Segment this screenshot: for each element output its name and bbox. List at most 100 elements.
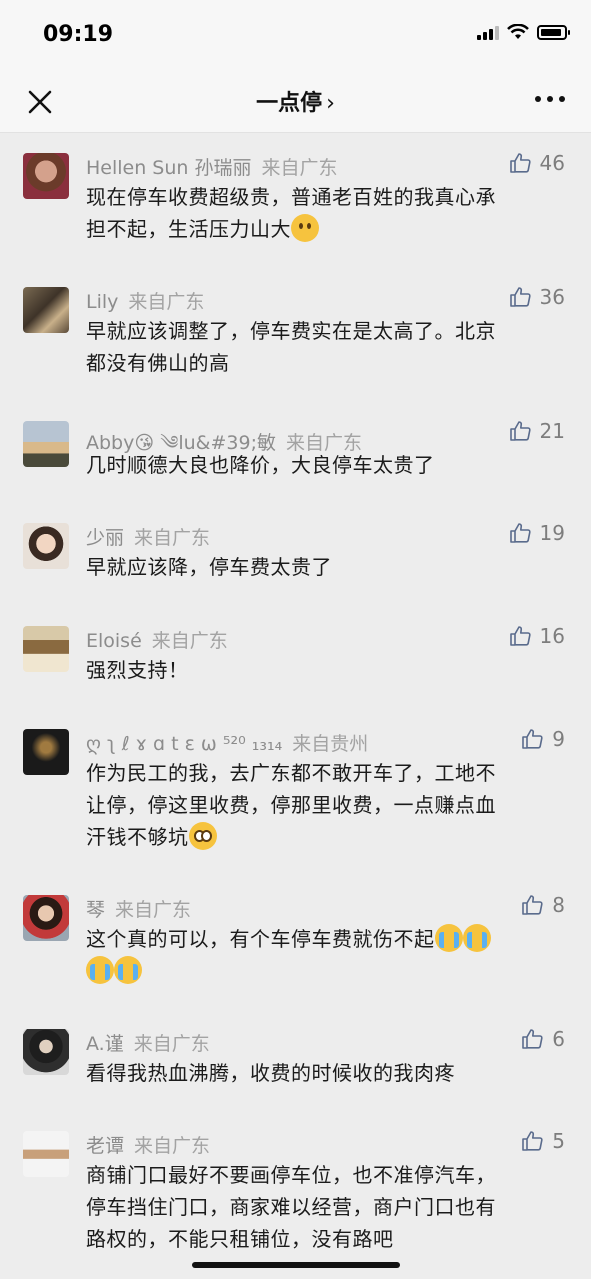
author-location: 来自贵州 xyxy=(292,733,369,755)
like-button[interactable]: 21 xyxy=(508,419,565,443)
author-name: Eloisé xyxy=(86,630,142,652)
like-button[interactable]: 36 xyxy=(508,285,565,309)
author-name: 琴 xyxy=(86,899,106,921)
thumbs-up-icon xyxy=(522,729,543,749)
comment-line: 强烈支持！ xyxy=(86,658,189,682)
cellular-signal-icon xyxy=(477,24,499,40)
author-name: A.谨 xyxy=(86,1033,124,1055)
crying-face-emoji-icon xyxy=(86,956,114,984)
comment-line: 商铺门口最好不要画停车位，也不准停汽车， xyxy=(86,1163,496,1187)
comment-author: Hellen Sun 孙瑞丽 来自广东 xyxy=(86,153,338,180)
author-name: ღ ʅ ℓ ɤ ɑ t ɛ ω ⁵²⁰ ₁₃₁₄ xyxy=(86,733,283,755)
comment-author: ღ ʅ ℓ ɤ ɑ t ɛ ω ⁵²⁰ ₁₃₁₄ 来自贵州 xyxy=(86,729,368,756)
like-button[interactable]: 6 xyxy=(520,1027,565,1051)
comment-line: 让停，停这里收费，停那里收费，一点赚点血 xyxy=(86,793,496,817)
like-count: 8 xyxy=(552,893,565,917)
avatar[interactable] xyxy=(23,153,69,199)
thumbs-up-icon xyxy=(522,895,543,915)
crying-face-emoji-icon xyxy=(462,924,491,952)
crying-face-emoji-icon xyxy=(114,956,142,984)
avatar[interactable] xyxy=(23,729,69,775)
comment-text: 这个真的可以，有个车停车费就伤不起 xyxy=(86,923,566,987)
avatar[interactable] xyxy=(23,287,69,333)
like-button[interactable]: 5 xyxy=(520,1129,565,1153)
more-icon[interactable] xyxy=(535,96,565,106)
comment-line: 停车挡住门口，商家难以经营，商户门口也有 xyxy=(86,1195,496,1219)
comment-line: 现在停车收费超级贵，普通老百姓的我真心承 xyxy=(86,185,496,209)
like-button[interactable]: 8 xyxy=(520,893,565,917)
comment-line: 早就应该调整了，停车费实在是太高了。北京 xyxy=(86,319,496,343)
comment-line: 汗钱不够坑 xyxy=(86,825,189,849)
like-count: 46 xyxy=(539,151,565,175)
thumbs-up-icon xyxy=(522,1131,543,1151)
avatar[interactable] xyxy=(23,626,69,672)
comment-author: A.谨 来自广东 xyxy=(86,1029,210,1056)
like-count: 19 xyxy=(539,521,565,545)
author-name: Hellen Sun 孙瑞丽 xyxy=(86,157,252,179)
home-indicator[interactable] xyxy=(192,1262,400,1268)
like-count: 5 xyxy=(552,1129,565,1153)
avatar[interactable] xyxy=(23,421,69,467)
pleading-face-emoji-icon xyxy=(188,822,217,850)
crying-face-emoji-icon xyxy=(434,924,463,952)
author-name: Lily xyxy=(86,291,119,313)
author-location: 来自广东 xyxy=(261,157,338,179)
avatar[interactable] xyxy=(23,1029,69,1075)
thumbs-up-icon xyxy=(509,523,531,543)
comment-line: 几时顺德大良也降价，大良停车太贵了 xyxy=(86,453,435,477)
author-location: 来自广东 xyxy=(133,1033,210,1055)
chevron-right-icon: › xyxy=(326,91,335,116)
like-button[interactable]: 19 xyxy=(508,521,565,545)
avatar[interactable] xyxy=(23,1131,69,1177)
status-time: 09:19 xyxy=(43,22,114,47)
avatar[interactable] xyxy=(23,895,69,941)
comment-line: 早就应该降，停车费太贵了 xyxy=(86,555,332,579)
thumbs-up-icon xyxy=(509,626,531,646)
like-count: 36 xyxy=(539,285,565,309)
comment-text: 作为民工的我，去广东都不敢开车了，工地不 让停，停这里收费，停那里收费，一点赚点… xyxy=(86,757,566,853)
like-button[interactable]: 9 xyxy=(520,727,565,751)
comment-text: 看得我热血沸腾，收费的时候收的我肉疼 xyxy=(86,1057,566,1089)
author-location: 来自广东 xyxy=(128,291,205,313)
comment-text: 早就应该调整了，停车费实在是太高了。北京 都没有佛山的高 xyxy=(86,315,566,379)
comment-line: 作为民工的我，去广东都不敢开车了，工地不 xyxy=(86,761,496,785)
wifi-icon xyxy=(507,24,529,39)
sad-face-emoji-icon xyxy=(291,214,319,242)
comment-author: 琴来自广东 xyxy=(86,895,191,922)
comment-author: Lily 来自广东 xyxy=(86,287,204,314)
comment-line: 路权的，不能只租铺位，没有路吧 xyxy=(86,1227,394,1251)
like-count: 6 xyxy=(552,1027,565,1051)
author-location: 来自广东 xyxy=(151,630,228,652)
like-button[interactable]: 16 xyxy=(508,624,565,648)
thumbs-up-icon xyxy=(522,1029,543,1049)
like-count: 21 xyxy=(539,419,565,443)
author-name: 少丽 xyxy=(86,527,125,549)
comment-text: 早就应该降，停车费太贵了 xyxy=(86,551,566,583)
thumbs-up-icon xyxy=(509,421,531,441)
nav-bar: 一点停 › xyxy=(0,66,591,133)
author-location: 来自广东 xyxy=(134,1135,211,1157)
author-location: 来自广东 xyxy=(134,527,211,549)
comment-text: 强烈支持！ xyxy=(86,654,566,686)
comment-author: Eloisé 来自广东 xyxy=(86,626,228,653)
battery-icon xyxy=(537,24,570,40)
author-name: 老谭 xyxy=(86,1135,125,1157)
page-title[interactable]: 一点停 › xyxy=(0,85,591,117)
avatar[interactable] xyxy=(23,523,69,569)
comment-text: 现在停车收费超级贵，普通老百姓的我真心承 担不起，生活压力山大 xyxy=(86,181,566,245)
comment-text: 几时顺德大良也降价，大良停车太贵了 xyxy=(86,449,566,481)
comment-line: 都没有佛山的高 xyxy=(86,351,230,375)
comment-author: 少丽 来自广东 xyxy=(86,523,210,550)
thumbs-up-icon xyxy=(509,287,531,307)
comment-line: 这个真的可以，有个车停车费就伤不起 xyxy=(86,927,435,951)
page-title-text: 一点停 xyxy=(256,91,323,116)
comment-text: 商铺门口最好不要画停车位，也不准停汽车， 停车挡住门口，商家难以经营，商户门口也… xyxy=(86,1159,566,1255)
thumbs-up-icon xyxy=(509,153,531,173)
comment-line: 看得我热血沸腾，收费的时候收的我肉疼 xyxy=(86,1061,455,1085)
comment-author: 老谭 来自广东 xyxy=(86,1131,210,1158)
like-button[interactable]: 46 xyxy=(508,151,565,175)
author-location: 来自广东 xyxy=(115,899,192,921)
comment-line: 担不起，生活压力山大 xyxy=(86,217,291,241)
like-count: 9 xyxy=(552,727,565,751)
status-bar: 09:19 xyxy=(0,0,591,66)
